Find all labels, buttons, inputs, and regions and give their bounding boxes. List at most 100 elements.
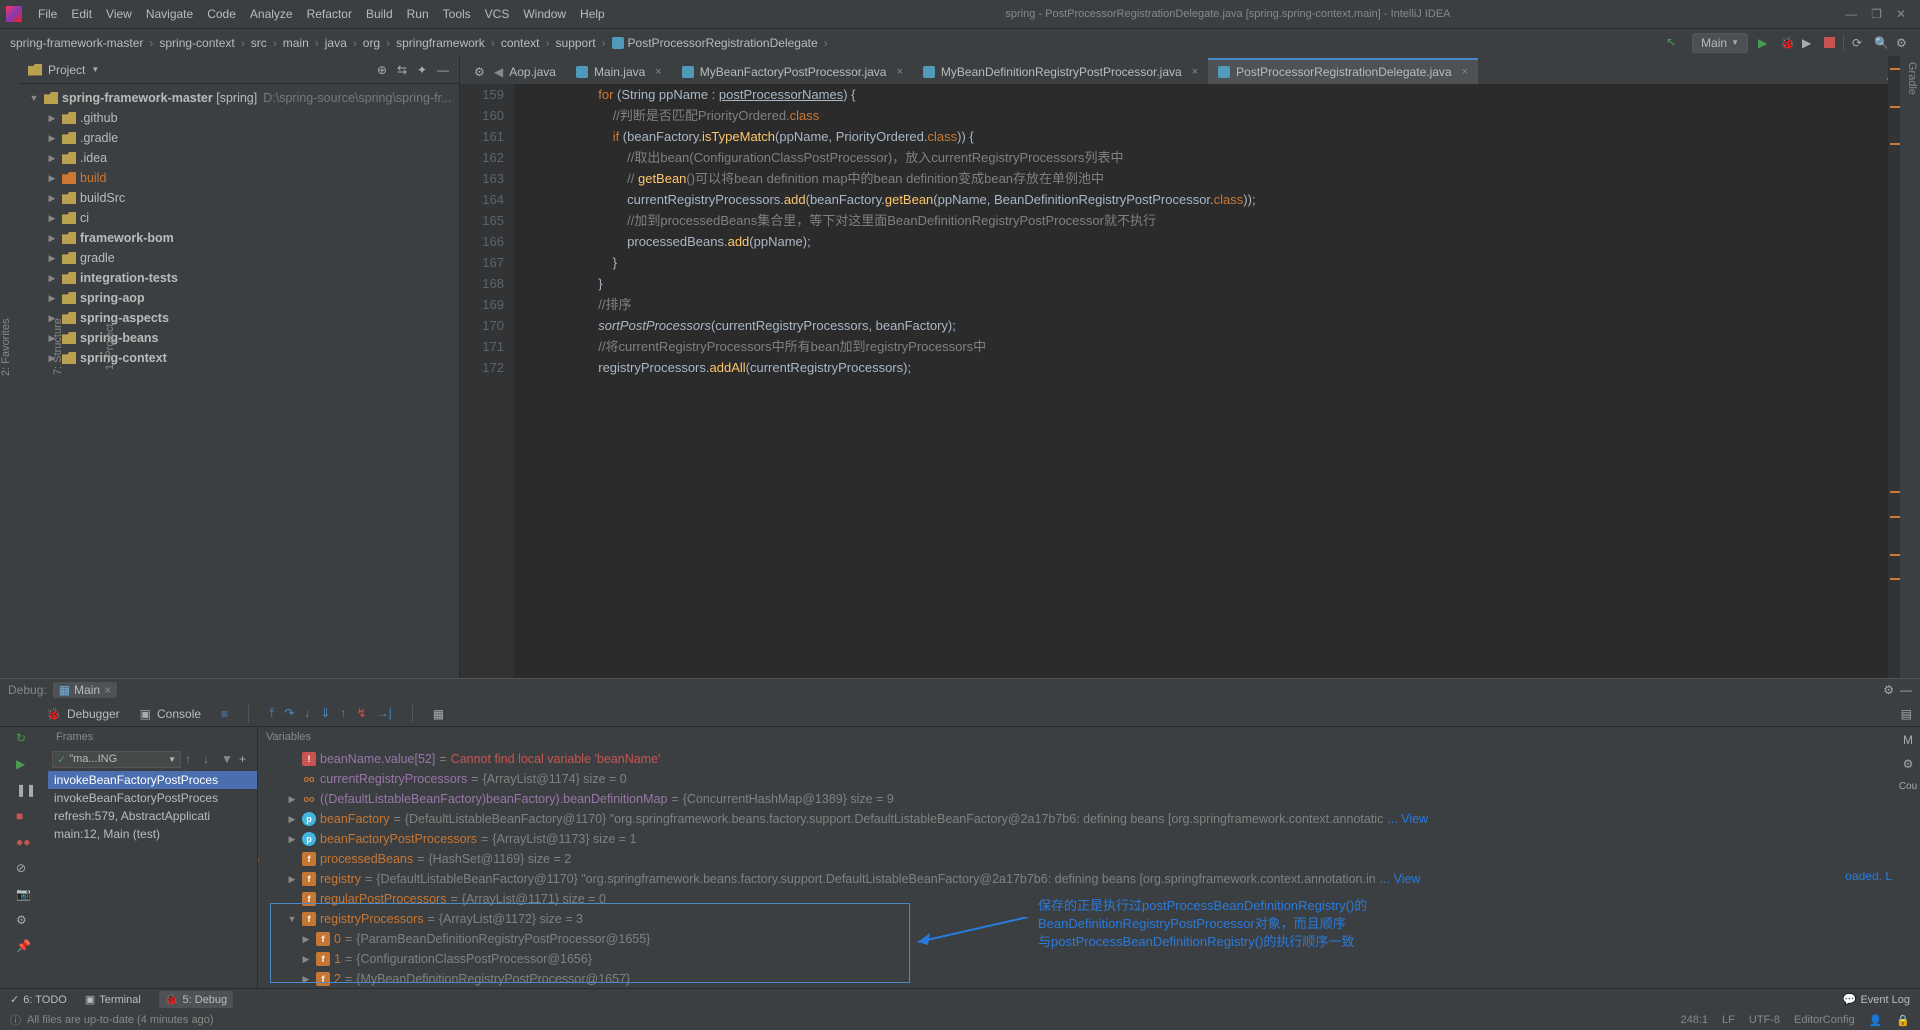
close-icon[interactable]: ✕ xyxy=(1896,7,1906,21)
stop-icon[interactable]: ■ xyxy=(16,809,32,825)
menu-analyze[interactable]: Analyze xyxy=(244,5,299,23)
layout-icon[interactable]: ▤ xyxy=(1901,707,1912,721)
settings-icon[interactable]: ⚙ xyxy=(1896,36,1910,50)
inspection-icon[interactable]: 👤 xyxy=(1869,1014,1883,1027)
toolwindow-project[interactable]: 1: Project xyxy=(104,324,116,370)
breadcrumb[interactable]: PostProcessorRegistrationDelegate xyxy=(612,36,834,50)
mute-breakpoints-icon[interactable]: ⊘ xyxy=(16,861,32,877)
run-to-cursor-icon[interactable]: →| xyxy=(377,706,392,721)
coverage-icon[interactable]: ▶ xyxy=(1802,36,1816,50)
debug-session-tab[interactable]: ▦Main× xyxy=(53,682,117,698)
step-out-icon[interactable]: ↑ xyxy=(341,706,347,721)
editor-tab[interactable]: Main.java× xyxy=(566,58,672,84)
more-label[interactable]: M xyxy=(1903,733,1913,747)
thread-dropdown[interactable]: ✓"ma...ING▼ xyxy=(52,751,181,768)
toolwindow-favorites[interactable]: 2: Favorites xyxy=(0,318,12,375)
locate-icon[interactable]: ⊕ xyxy=(377,63,391,77)
variables-panel[interactable]: Variables ⚭ !beanName.value[52] = Cannot… xyxy=(258,727,1896,988)
menu-vcs[interactable]: VCS xyxy=(479,5,516,23)
menu-help[interactable]: Help xyxy=(574,5,611,23)
lock-icon[interactable]: 🔒 xyxy=(1896,1014,1910,1027)
search-everywhere-icon[interactable]: 🔍 xyxy=(1874,36,1888,50)
close-tab-icon[interactable]: × xyxy=(655,66,661,78)
stop-icon[interactable] xyxy=(1824,37,1835,48)
minimize-icon[interactable]: — xyxy=(1845,7,1857,21)
force-step-into-icon[interactable]: ⇓ xyxy=(320,706,330,721)
next-frame-icon[interactable]: ↓ xyxy=(203,752,217,766)
editor-tab[interactable]: MyBeanFactoryPostProcessor.java× xyxy=(672,58,913,84)
breadcrumb[interactable]: support xyxy=(556,36,612,50)
info-icon[interactable]: ⓘ xyxy=(10,1012,21,1028)
breadcrumb[interactable]: springframework xyxy=(396,36,501,50)
menu-tools[interactable]: Tools xyxy=(437,5,477,23)
show-execution-point-icon[interactable]: ⤒ xyxy=(269,706,274,721)
pin-icon[interactable]: 📌 xyxy=(16,939,32,955)
view-link[interactable]: oaded. L xyxy=(1845,869,1892,883)
menu-file[interactable]: File xyxy=(32,5,63,23)
evaluate-icon[interactable]: ▦ xyxy=(433,707,444,721)
breadcrumb[interactable]: spring-context xyxy=(159,36,250,50)
menu-build[interactable]: Build xyxy=(360,5,399,23)
maximize-icon[interactable]: ❐ xyxy=(1871,7,1882,21)
close-tab-icon[interactable]: × xyxy=(1462,66,1468,78)
menu-window[interactable]: Window xyxy=(517,5,572,23)
breadcrumb[interactable]: java xyxy=(325,36,363,50)
toolwindow-todo[interactable]: ✓6: TODO xyxy=(10,993,67,1006)
close-tab-icon[interactable]: × xyxy=(1192,66,1198,78)
caret-position[interactable]: 248:1 xyxy=(1681,1014,1709,1026)
line-ending[interactable]: LF xyxy=(1722,1014,1735,1026)
editor-tab[interactable]: MyBeanDefinitionRegistryPostProcessor.ja… xyxy=(913,58,1208,84)
menu-navigate[interactable]: Navigate xyxy=(140,5,199,23)
hide-icon[interactable]: — xyxy=(437,63,451,77)
pause-icon[interactable]: ❚❚ xyxy=(16,783,32,799)
collapse-icon[interactable]: ⇆ xyxy=(397,63,411,77)
breadcrumb[interactable]: main xyxy=(283,36,325,50)
toolwindow-event-log[interactable]: 💬Event Log xyxy=(1843,993,1910,1006)
editor-tab[interactable]: ⚙◀Aop.java xyxy=(464,58,566,84)
menu-refactor[interactable]: Refactor xyxy=(301,5,358,23)
menu-view[interactable]: View xyxy=(100,5,138,23)
gear-icon[interactable]: ⚙ xyxy=(474,65,488,79)
toolwindow-terminal[interactable]: ▣Terminal xyxy=(85,993,141,1006)
filter-icon[interactable]: ▼ xyxy=(221,752,235,766)
toolwindow-debug[interactable]: 🐞5: Debug xyxy=(159,991,233,1008)
gear-icon[interactable]: ⚙ xyxy=(1903,757,1914,771)
nav-back-icon[interactable]: ↖ xyxy=(1666,35,1682,51)
minimap[interactable] xyxy=(1888,84,1900,678)
close-tab-icon[interactable]: × xyxy=(896,66,902,78)
menu-run[interactable]: Run xyxy=(401,5,435,23)
encoding[interactable]: UTF-8 xyxy=(1749,1014,1780,1026)
step-over-icon[interactable]: ↷ xyxy=(284,706,294,721)
menu-code[interactable]: Code xyxy=(201,5,242,23)
step-into-icon[interactable]: ↓ xyxy=(304,706,310,721)
update-icon[interactable]: ⟳ xyxy=(1852,36,1866,50)
breadcrumb[interactable]: spring-framework-master xyxy=(10,36,159,50)
breakpoints-icon[interactable]: ●● xyxy=(16,835,32,851)
settings-icon[interactable]: ⚙ xyxy=(16,913,32,929)
threads-icon[interactable]: ≡ xyxy=(221,707,228,721)
prev-frame-icon[interactable]: ↑ xyxy=(185,752,199,766)
debug-icon[interactable]: 🐞 xyxy=(1780,36,1794,50)
breadcrumb[interactable]: org xyxy=(363,36,396,50)
rerun-icon[interactable]: ↻ xyxy=(16,731,32,747)
editorconfig[interactable]: EditorConfig xyxy=(1794,1014,1855,1026)
toolwindow-structure[interactable]: 7: Structure xyxy=(52,319,64,376)
add-icon[interactable]: + xyxy=(239,752,253,766)
toolwindow-gradle[interactable]: Gradle xyxy=(1900,56,1920,101)
run-config-dropdown[interactable]: Main▼ xyxy=(1692,33,1748,53)
gear-icon[interactable]: ⚙ xyxy=(1883,683,1894,697)
breadcrumb[interactable]: src xyxy=(251,36,283,50)
hide-icon[interactable]: — xyxy=(1900,683,1912,697)
menu-edit[interactable]: Edit xyxy=(65,5,98,23)
drop-frame-icon[interactable]: ↯ xyxy=(357,706,367,721)
camera-icon[interactable]: 📷 xyxy=(16,887,32,903)
resume-icon[interactable]: ▶ xyxy=(16,757,32,773)
run-icon[interactable]: ▶ xyxy=(1758,36,1772,50)
debugger-tab-button[interactable]: 🐞Debugger xyxy=(46,707,120,721)
editor-tab[interactable]: PostProcessorRegistrationDelegate.java× xyxy=(1208,58,1478,84)
frames-list[interactable]: invokeBeanFactoryPostProcesinvokeBeanFac… xyxy=(48,771,257,988)
code-content[interactable]: for (String ppName : postProcessorNames)… xyxy=(514,84,1900,678)
console-tab-button[interactable]: ▣Console xyxy=(140,707,201,721)
link-icon[interactable]: ⚭ xyxy=(258,853,261,869)
breadcrumb[interactable]: context xyxy=(501,36,556,50)
